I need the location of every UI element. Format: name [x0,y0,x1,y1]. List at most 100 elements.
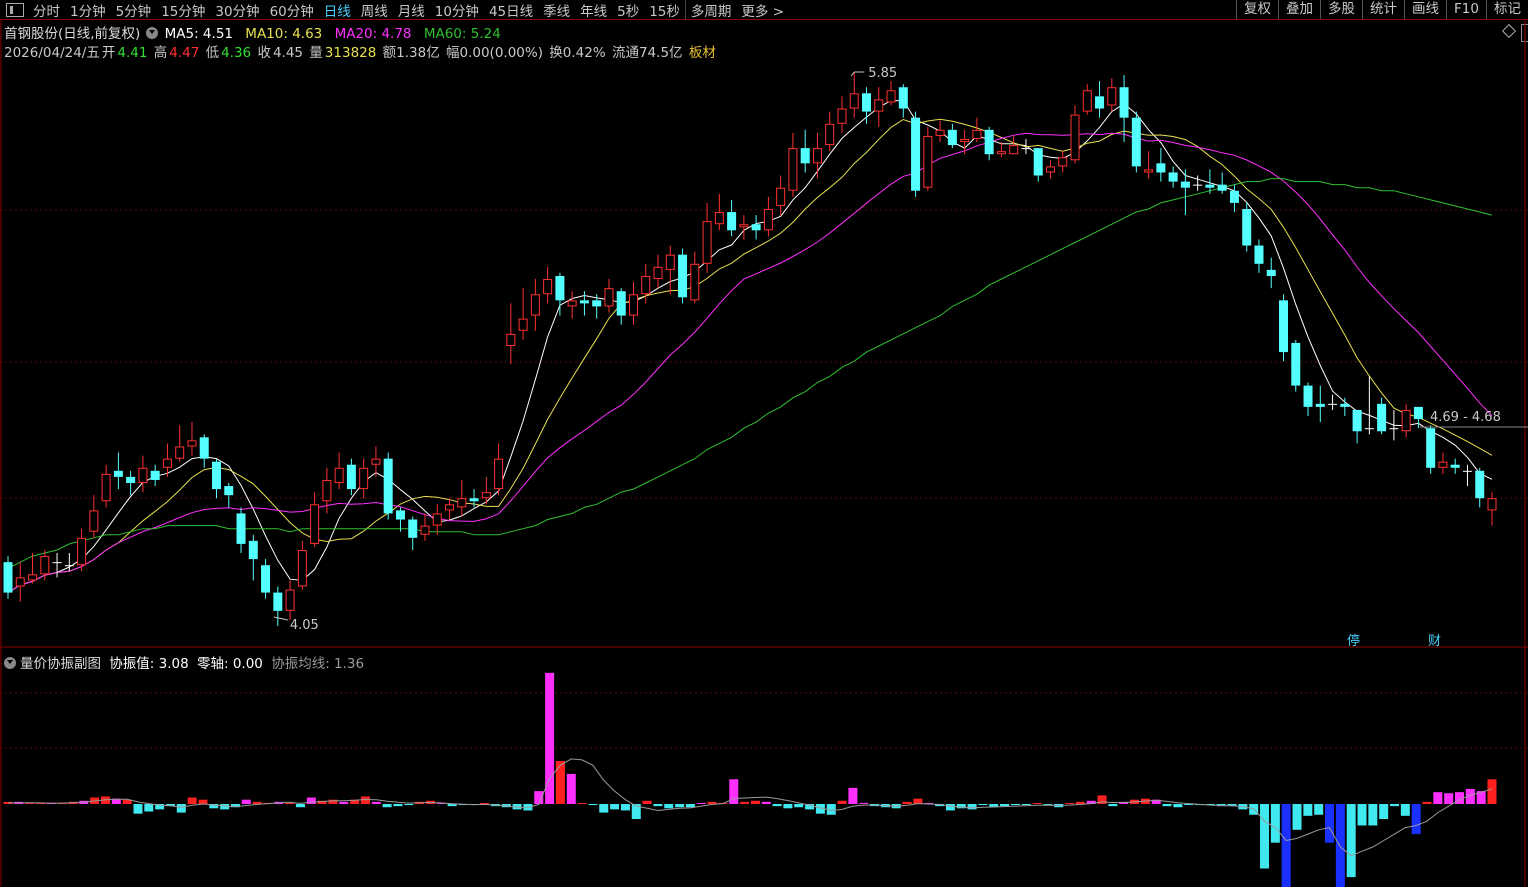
candle [1242,202,1252,252]
candle [543,266,553,304]
candle [1266,257,1276,289]
candle-body [469,498,479,502]
candle [690,251,700,304]
candle-body [89,510,99,532]
candle [383,452,393,520]
candle-body [1328,403,1338,405]
indicator-bar [1021,804,1031,806]
candle-body [874,99,884,112]
candle-body [1340,403,1350,407]
candle [1009,135,1019,155]
candle-body [1315,403,1325,407]
candle [665,245,675,295]
candle [408,516,418,550]
candle-body [1033,148,1043,176]
candle [371,446,381,477]
chart-grid [0,20,1528,887]
candle [702,202,712,273]
candle-body [616,291,626,316]
candle [150,464,160,487]
candle-body [923,135,933,188]
candle-body [138,467,148,483]
candle-body [1352,409,1362,432]
candle-body [359,467,369,490]
ma20-line [7,132,1493,594]
candle-body [653,266,663,280]
indicator-bar [555,761,565,804]
candle [346,458,356,496]
indicator-bar [360,796,370,804]
candle-body [224,486,234,496]
indicator-bar [1325,804,1335,843]
candle-body [812,148,822,164]
indicator-bar [1335,804,1345,887]
indicator-bar [1400,804,1410,816]
indicator-bar [664,804,674,809]
indicator-name[interactable]: 量价协振副图 [20,656,101,672]
candle [825,111,835,152]
low-marker-label: 4.05 [290,618,319,633]
candle-body [641,275,651,295]
candle-body [1131,117,1141,167]
candle-body [28,574,38,581]
candle [1254,239,1264,273]
candle-body [1058,157,1068,167]
candle [616,288,626,325]
high-marker-label: 5.85 [868,66,897,81]
indicator-bar [772,804,782,807]
candle-body [1193,184,1203,186]
candle-body [984,129,994,155]
candle [494,443,504,496]
kline-chart[interactable]: 5.85 4.05 4.69 - 4.68 停 财 [0,0,1528,887]
low-marker-arrow [273,616,288,621]
candle [1217,172,1227,194]
candle-body [1487,498,1497,511]
candle [126,470,136,496]
candle-body [837,108,847,124]
candle [776,175,786,216]
candle [1070,105,1080,164]
candle [187,422,197,456]
candle [273,586,283,627]
candle [1291,339,1301,392]
candle [763,196,773,237]
candle [1279,294,1289,362]
candle [1438,452,1448,474]
candle [445,498,455,520]
candle [359,458,369,499]
candle [1401,403,1411,438]
candle [395,507,405,532]
indicator-bar [1108,804,1118,807]
indicator-bar [1487,779,1497,804]
indicator-bar [1000,804,1010,807]
indicator-bar [750,800,760,804]
indicator-bar [696,802,706,804]
candle [567,291,577,319]
indicator-dropdown-icon[interactable] [4,657,16,669]
candle [898,84,908,118]
candle [1045,160,1055,179]
indicator-bar [404,804,414,806]
candle-body [346,464,356,490]
candle [653,254,663,289]
candle [678,248,688,304]
indicator-bar [1173,804,1183,808]
indicator-bar [902,801,912,804]
candle [310,492,320,547]
candle-body [1205,184,1215,188]
candle [52,553,62,578]
candle [604,279,614,313]
candle-body [40,556,50,575]
candle-body [1217,184,1227,191]
candle [89,495,99,538]
candle-body [175,446,185,459]
candle-body [911,117,921,191]
candle-body [727,212,737,231]
indicator-bar [382,804,392,808]
candle-body [690,263,700,301]
candle-body [776,187,786,206]
indicator-bar [1162,804,1172,807]
indicator-bar [1260,804,1270,869]
candle [911,111,921,197]
candle [812,132,822,179]
